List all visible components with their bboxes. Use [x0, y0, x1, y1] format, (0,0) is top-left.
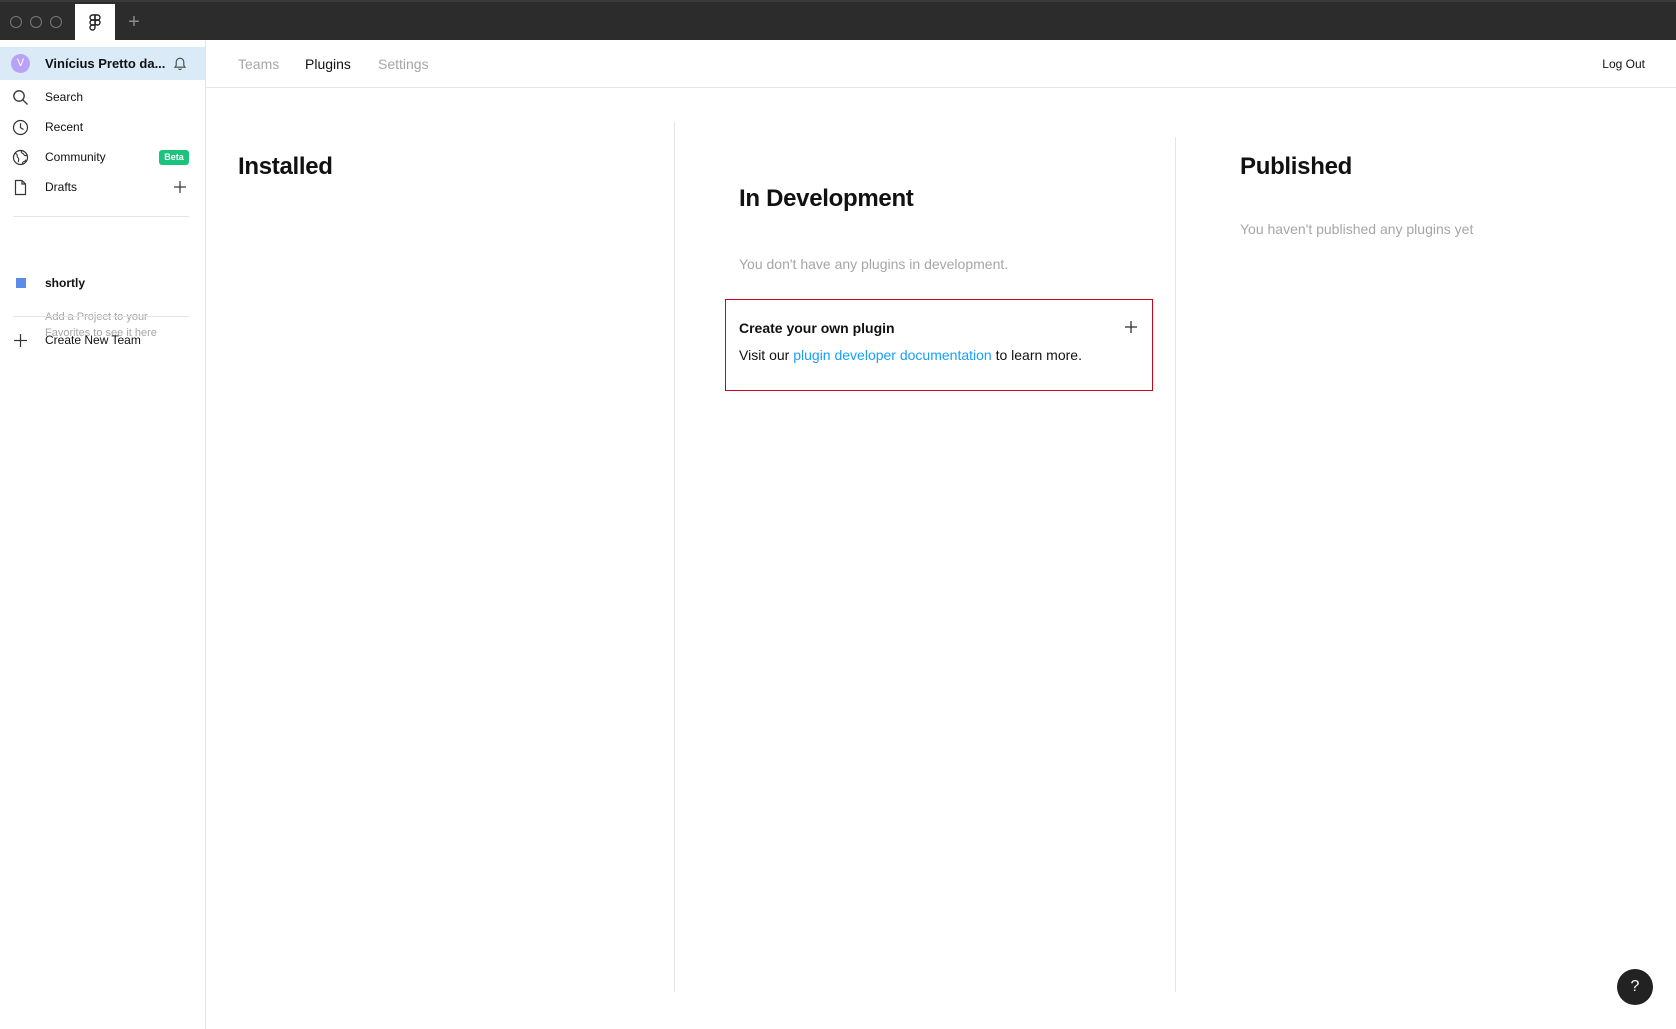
create-plugin-plus-icon[interactable] — [1124, 320, 1138, 334]
card-body-prefix: Visit our — [739, 347, 794, 363]
file-icon — [14, 179, 27, 196]
sidebar: V Vinícius Pretto da... Search Recent Co… — [0, 40, 206, 1029]
top-navigation: Teams Plugins Settings Log Out — [206, 40, 1676, 88]
beta-badge: Beta — [159, 150, 189, 165]
app-window: V Vinícius Pretto da... Search Recent Co… — [0, 40, 1676, 1029]
globe-icon — [12, 149, 29, 166]
column-divider — [1175, 137, 1176, 992]
home-tab[interactable] — [75, 4, 115, 42]
in-development-heading: In Development — [739, 185, 914, 212]
create-plugin-title: Create your own plugin — [739, 320, 895, 336]
sidebar-item-label: Drafts — [45, 180, 78, 194]
sidebar-item-label: Recent — [45, 120, 84, 134]
published-heading: Published — [1240, 153, 1352, 180]
column-divider — [674, 122, 675, 992]
avatar: V — [11, 54, 30, 73]
zoom-window-button[interactable] — [50, 16, 62, 28]
account-switcher[interactable]: V Vinícius Pretto da... — [0, 47, 205, 80]
tab-settings[interactable]: Settings — [378, 55, 429, 73]
sidebar-item-label: Community — [45, 150, 106, 164]
published-empty-text: You haven't published any plugins yet — [1240, 221, 1474, 237]
card-body-suffix: to learn more. — [991, 347, 1082, 363]
minimize-window-button[interactable] — [30, 16, 42, 28]
new-tab-button[interactable]: + — [122, 10, 146, 34]
new-draft-plus-icon[interactable] — [172, 179, 188, 195]
bell-icon[interactable] — [172, 56, 188, 72]
plus-icon — [14, 334, 27, 347]
help-button[interactable]: ? — [1617, 969, 1653, 1005]
clock-icon — [12, 119, 29, 136]
close-window-button[interactable] — [10, 16, 22, 28]
sidebar-item-community[interactable]: Community Beta — [0, 142, 205, 172]
sidebar-divider — [13, 316, 189, 317]
sidebar-divider — [13, 216, 189, 217]
team-color-swatch — [16, 278, 26, 288]
installed-heading: Installed — [238, 153, 333, 180]
tab-teams[interactable]: Teams — [238, 55, 279, 73]
sidebar-item-recent[interactable]: Recent — [0, 112, 205, 142]
plugin-documentation-link[interactable]: plugin developer documentation — [793, 347, 991, 363]
log-out-button[interactable]: Log Out — [1602, 57, 1645, 71]
create-plugin-card[interactable]: Create your own plugin Visit our plugin … — [725, 299, 1153, 391]
user-name: Vinícius Pretto da... — [45, 56, 166, 71]
sidebar-item-team-shortly[interactable]: shortly — [45, 276, 85, 290]
sidebar-item-label: Search — [45, 90, 84, 104]
tab-plugins[interactable]: Plugins — [305, 55, 351, 73]
in-development-empty-text: You don't have any plugins in developmen… — [739, 256, 1009, 272]
create-plugin-body: Visit our plugin developer documentation… — [739, 347, 1082, 363]
window-titlebar: + — [0, 0, 1676, 42]
sidebar-item-search[interactable]: Search — [0, 82, 205, 112]
sidebar-item-drafts[interactable]: Drafts — [0, 172, 205, 202]
figma-logo-icon — [89, 14, 101, 31]
create-new-team-button[interactable]: Create New Team — [0, 325, 205, 355]
search-icon — [13, 90, 28, 105]
create-new-team-label: Create New Team — [45, 333, 141, 347]
